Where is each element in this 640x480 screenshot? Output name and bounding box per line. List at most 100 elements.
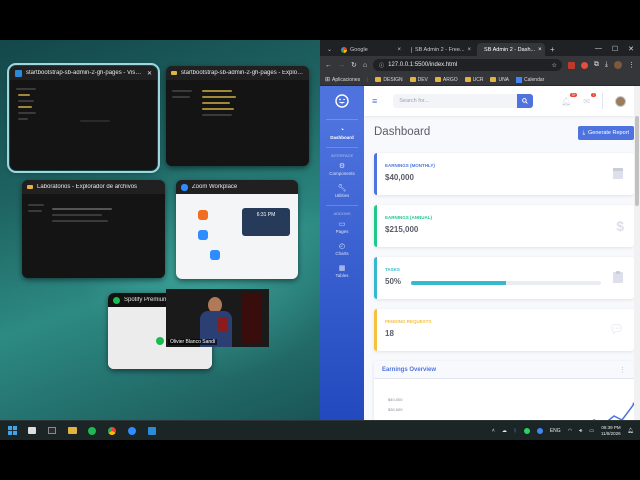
reload-icon[interactable]: ↻ (351, 61, 357, 69)
browser-window: ⌄ Google × SB Admin 2 - Free... × SB Adm… (320, 40, 640, 420)
chart-icon: ◴ (338, 243, 346, 250)
dropdown-menu-icon[interactable]: ⋮ (619, 366, 626, 374)
card-label: TASKS (385, 267, 400, 272)
sidebar-item-components[interactable]: ⚙ Components (320, 158, 364, 180)
snap-window-preview (22, 194, 165, 278)
cloud-icon[interactable]: ☁ (502, 428, 507, 434)
info-icon: ⓘ (379, 62, 385, 69)
calendar-icon (613, 168, 623, 179)
clock[interactable]: 06:39 PM 11/8/2026 (601, 425, 621, 437)
alerts-bell-icon[interactable]: 🔔︎ 3+ (561, 92, 578, 106)
vscode-icon[interactable] (146, 425, 158, 437)
extensions-icon[interactable]: ⧉ (594, 61, 599, 69)
close-icon[interactable]: ✕ (147, 70, 152, 77)
terminal-icon[interactable] (46, 425, 58, 437)
sidebar: ◔ Dashboard INTERFACE ⚙ Components 🔧︎ Ut… (320, 86, 364, 420)
home-icon[interactable]: ⌂ (363, 62, 367, 69)
tab-google[interactable]: Google × (337, 43, 405, 56)
snap-assist-area: startbootstrap-sb-admin-2-gh-pages - Vis… (0, 40, 320, 420)
snap-window-zoom[interactable]: Zoom Workplace 6:31 PM (176, 180, 298, 279)
folder-icon (434, 77, 441, 82)
dashboard-page: ◔ Dashboard INTERFACE ⚙ Components 🔧︎ Ut… (320, 86, 640, 420)
close-icon[interactable]: × (468, 47, 472, 53)
google-icon (341, 46, 348, 53)
y-tick-label: $40,000 (388, 397, 403, 402)
extension-icon[interactable] (567, 61, 575, 69)
close-icon[interactable]: × (538, 47, 542, 53)
snap-window-vscode[interactable]: startbootstrap-sb-admin-2-gh-pages - Vis… (7, 63, 160, 173)
file-explorer-icon[interactable] (66, 425, 78, 437)
messages-envelope-icon[interactable]: ✉ 7 (583, 92, 596, 106)
snap-window-explorer-sb-admin[interactable]: startbootstrap-sb-admin-2-gh-pages - Exp… (166, 66, 309, 166)
spotify-icon[interactable] (86, 425, 98, 437)
folder-icon (490, 77, 497, 82)
comments-icon: 💬︎ (608, 322, 624, 336)
earnings-overview-title: Earnings Overview (382, 366, 437, 373)
close-window-icon[interactable]: ✕ (628, 45, 634, 53)
apps-icon: ⊞ (325, 77, 331, 83)
bookmark-apps[interactable]: ⊞ Aplicaciones (325, 76, 360, 84)
clock-time: 06:39 PM (601, 424, 621, 430)
sidebar-item-charts[interactable]: ◴ Charts (320, 238, 364, 260)
download-icon[interactable]: ⤓ (605, 61, 608, 69)
wifi-icon[interactable]: ◠ (568, 428, 572, 434)
bluetooth-icon[interactable]: ᛒ (514, 428, 517, 434)
url-text: 127.0.0.1:5500/index.html (388, 62, 458, 68)
notification-bell-icon[interactable]: 🔔︎ (628, 428, 634, 434)
snap-window-preview (166, 80, 309, 166)
dollar-icon: $ (616, 218, 624, 234)
bookmark-ucr[interactable]: UCR (464, 77, 483, 83)
new-tab-icon[interactable]: + (547, 45, 558, 56)
language-indicator[interactable]: ENG (550, 428, 561, 434)
extension-icon[interactable] (580, 61, 588, 69)
bookmark-star-icon[interactable]: ☆ (552, 62, 562, 69)
sidebar-item-utilities[interactable]: 🔧︎ Utilities (320, 180, 364, 202)
minimize-icon[interactable]: — (595, 45, 602, 53)
whatsapp-icon[interactable] (523, 427, 530, 434)
back-icon[interactable]: ← (325, 62, 332, 69)
card-earnings-monthly: EARNINGS (MONTHLY) $40,000 (374, 153, 634, 195)
tab-search-icon[interactable]: ⌄ (324, 46, 335, 56)
generate-report-button[interactable]: ⤓ Generate Report (577, 126, 634, 140)
task-view-icon[interactable] (26, 425, 38, 437)
profile-icon[interactable] (614, 61, 622, 69)
webcam-overlay: Olivier Blanco Sandí (166, 289, 269, 347)
avatar[interactable] (615, 95, 626, 107)
battery-icon[interactable]: ▭ (589, 428, 594, 434)
close-icon[interactable]: × (398, 47, 402, 53)
folder-icon (409, 77, 416, 82)
url-field[interactable]: ⓘ 127.0.0.1:5500/index.html ☆ (373, 59, 562, 71)
topbar: ≡ Search for... 🔔︎ 3+ ✉ 7 (364, 86, 634, 116)
bookmark-dev[interactable]: DEV (409, 77, 428, 83)
bookmark-argo[interactable]: ARGO (434, 77, 458, 83)
menu-icon[interactable]: ⋮ (628, 61, 635, 69)
zoom-icon[interactable] (126, 425, 138, 437)
chevron-up-icon[interactable]: ˄ (492, 428, 495, 434)
snap-window-title: Laboratorios - Explorador de archivos (37, 184, 138, 190)
maximize-icon[interactable]: ☐ (612, 45, 618, 53)
tab-sb-admin-dash[interactable]: SB Admin 2 - Dash... × (477, 43, 546, 56)
page-scrollbar[interactable] (634, 86, 640, 420)
card-pending-requests: PENDING REQUESTS 18 💬︎ (374, 309, 634, 351)
tab-label: SB Admin 2 - Dash... (484, 46, 536, 53)
volume-icon[interactable]: 🔊︎ (579, 428, 582, 434)
snap-window-explorer-laboratorios[interactable]: Laboratorios - Explorador de archivos (22, 180, 165, 278)
bookmark-design[interactable]: DESIGN (375, 77, 403, 83)
table-icon: ▦ (338, 265, 346, 272)
start-windows-icon[interactable] (6, 425, 18, 437)
forward-icon[interactable]: → (338, 62, 345, 69)
brand-logo[interactable] (320, 86, 364, 116)
search-input[interactable]: Search for... (393, 98, 517, 104)
main-content: Dashboard ⤓ Generate Report EARNINGS (MO… (364, 116, 634, 420)
chrome-icon[interactable] (106, 425, 118, 437)
sidebar-item-dashboard[interactable]: ◔ Dashboard (320, 123, 364, 144)
sidebar-toggle-icon[interactable]: ≡ (372, 96, 377, 106)
sidebar-item-pages[interactable]: ▭ Pages (320, 216, 364, 238)
tab-sb-admin-free[interactable]: SB Admin 2 - Free... × (407, 43, 475, 56)
bookmark-calendar[interactable]: Calendar (516, 76, 544, 83)
tab-label: Google (350, 46, 368, 53)
sidebar-item-tables[interactable]: ▦ Tables (320, 260, 364, 282)
bookmark-una[interactable]: UNA (490, 77, 509, 83)
search-button[interactable] (517, 94, 534, 108)
chrome-tray-icon[interactable] (536, 427, 543, 434)
